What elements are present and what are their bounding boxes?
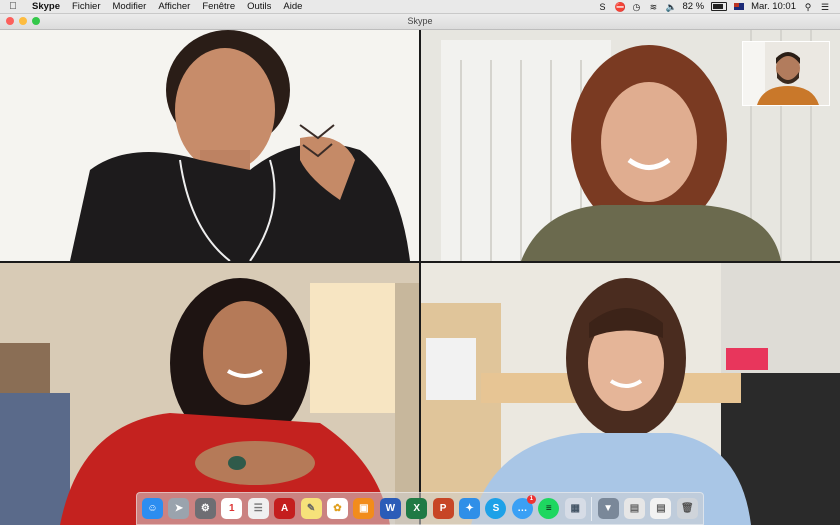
spotlight-search-icon[interactable]: ⚲ — [803, 2, 813, 12]
window-title: Skype — [407, 16, 433, 26]
skype-status-icon[interactable]: S — [597, 2, 607, 12]
finder-icon[interactable]: ☺ — [142, 498, 163, 519]
system-preferences-icon[interactable]: ⚙ — [194, 498, 216, 519]
menu-afficher[interactable]: Afficher — [152, 1, 196, 12]
video-tile-participant-4[interactable] — [421, 263, 840, 525]
participant-1-video — [0, 30, 419, 261]
dock: ☺ ➤ ⚙ 1 ☰ A ✎ ✿ ▣ W X P ✦ S … 1 ≡ ▦ ▼ ▤ ▤… — [136, 492, 704, 525]
notification-center-icon[interactable]: ☰ — [820, 2, 830, 12]
menu-modifier[interactable]: Modifier — [107, 1, 153, 12]
participant-4-video — [421, 263, 840, 525]
calendar-icon[interactable]: 1 — [221, 498, 243, 519]
stickies-icon[interactable]: ✎ — [300, 498, 322, 519]
launchpad-icon[interactable]: ➤ — [168, 498, 190, 519]
acrobat-icon[interactable]: A — [274, 498, 296, 519]
photos-icon[interactable]: ✿ — [326, 498, 348, 519]
messages-icon[interactable]: … 1 — [511, 495, 536, 519]
participant-3-video — [0, 263, 419, 525]
menu-app-skype[interactable]: Skype — [26, 1, 66, 12]
dnd-icon[interactable]: ⛔ — [614, 2, 625, 12]
notes-icon[interactable]: ☰ — [247, 498, 269, 519]
apple-menu-icon[interactable]:  — [0, 1, 26, 12]
self-view-video[interactable] — [742, 41, 830, 106]
trash-icon[interactable]: 🗑 — [676, 498, 698, 519]
time-machine-icon[interactable]: ◷ — [631, 2, 641, 12]
document-stack-icon-2[interactable]: ▤ — [650, 498, 672, 519]
books-icon[interactable]: ▣ — [353, 498, 375, 519]
wifi-icon[interactable]: ≋ — [648, 2, 658, 12]
volume-icon[interactable]: 🔈 — [665, 2, 676, 12]
window-title-bar: Skype — [0, 14, 840, 30]
battery-icon[interactable] — [711, 2, 728, 11]
video-call-grid — [0, 30, 840, 525]
dock-separator — [591, 496, 593, 521]
word-icon[interactable]: W — [379, 498, 401, 519]
spotify-icon[interactable]: ≡ — [538, 498, 560, 519]
excel-icon[interactable]: X — [406, 498, 428, 519]
menu-fichier[interactable]: Fichier — [66, 1, 107, 12]
self-view-image — [743, 42, 829, 105]
menu-fenetre[interactable]: Fenêtre — [196, 1, 241, 12]
menu-outils[interactable]: Outils — [241, 1, 277, 12]
menu-aide[interactable]: Aide — [277, 1, 308, 12]
video-tile-participant-3[interactable] — [0, 263, 419, 525]
battery-percent[interactable]: 82 % — [682, 1, 704, 12]
status-area: S ⛔ ◷ ≋ 🔈 82 % Mar. 10:01 ⚲ ☰ — [597, 1, 840, 12]
document-stack-icon[interactable]: ▤ — [624, 498, 646, 519]
video-tile-participant-1[interactable] — [0, 30, 419, 261]
powerpoint-icon[interactable]: P — [432, 498, 454, 519]
skype-icon[interactable]: S — [485, 498, 507, 519]
clock[interactable]: Mar. 10:01 — [751, 1, 796, 12]
downloads-stack-icon[interactable]: ▼ — [597, 498, 619, 519]
preview-icon[interactable]: ▦ — [564, 498, 586, 519]
input-source-flag-icon[interactable] — [734, 3, 745, 10]
menu-bar:  Skype Fichier Modifier Afficher Fenêtr… — [0, 0, 840, 14]
notification-badge: 1 — [526, 495, 536, 504]
safari-icon[interactable]: ✦ — [459, 498, 481, 519]
